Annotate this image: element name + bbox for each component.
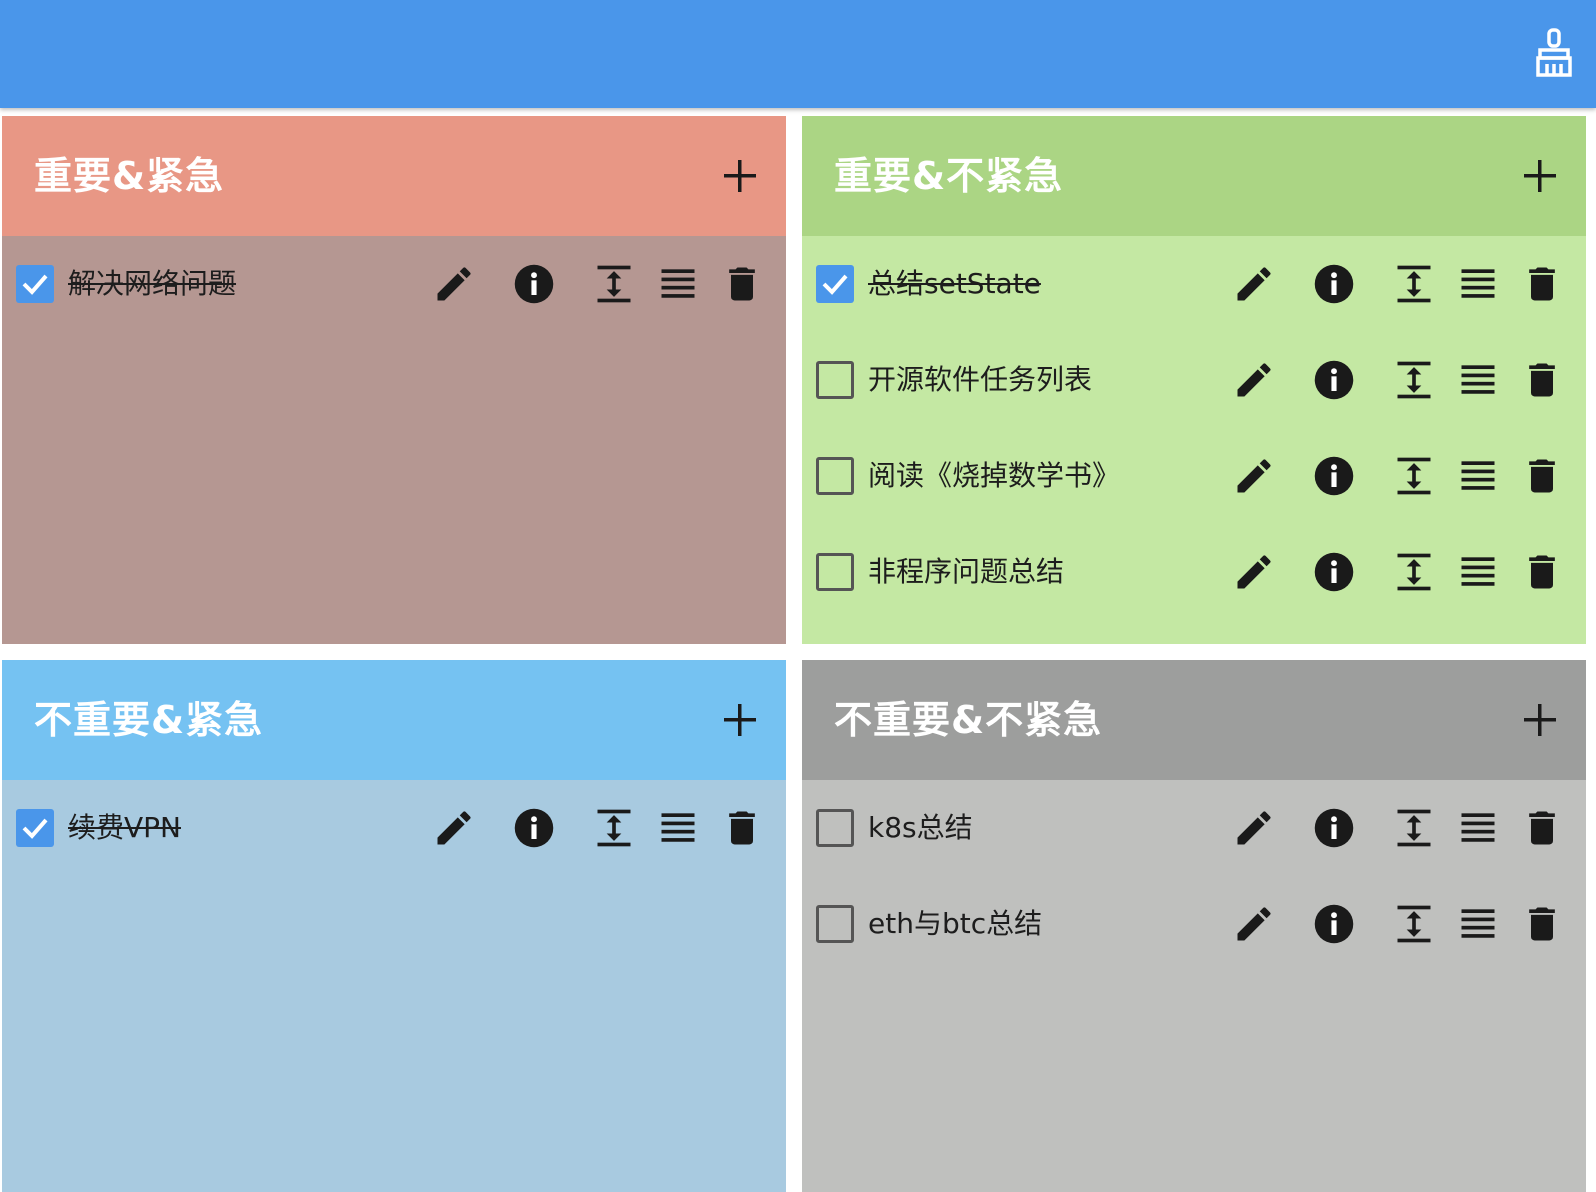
info-icon[interactable] <box>1312 358 1356 402</box>
details-icon[interactable] <box>1456 806 1500 850</box>
task-row: 续费VPN <box>2 780 786 876</box>
details-icon[interactable] <box>1456 262 1500 306</box>
add-icon[interactable] <box>1518 154 1562 198</box>
task-row: 总结setState <box>802 236 1586 332</box>
task-actions <box>1232 262 1564 306</box>
quadrant-title: 重要&紧急 <box>34 154 225 198</box>
details-icon[interactable] <box>1456 454 1500 498</box>
edit-icon[interactable] <box>1232 454 1276 498</box>
task-title: 续费VPN <box>68 811 181 844</box>
task-row: 解决网络问题 <box>2 236 786 332</box>
delete-icon[interactable] <box>720 806 764 850</box>
task-title: eth与btc总结 <box>868 907 1043 940</box>
task-row: 阅读《烧掉数学书》 <box>802 428 1586 524</box>
edit-icon[interactable] <box>1232 550 1276 594</box>
task-checkbox[interactable] <box>816 553 854 591</box>
task-actions <box>1232 358 1564 402</box>
expand-icon[interactable] <box>1392 358 1436 402</box>
info-icon[interactable] <box>1312 550 1356 594</box>
expand-icon[interactable] <box>1392 262 1436 306</box>
task-title: 开源软件任务列表 <box>868 363 1093 396</box>
add-icon[interactable] <box>718 698 762 742</box>
expand-icon[interactable] <box>1392 806 1436 850</box>
task-actions <box>1232 550 1564 594</box>
add-icon[interactable] <box>718 154 762 198</box>
edit-icon[interactable] <box>1232 358 1276 402</box>
info-icon[interactable] <box>512 262 556 306</box>
delete-icon[interactable] <box>1520 358 1564 402</box>
task-checkbox[interactable] <box>816 265 854 303</box>
task-actions <box>1232 806 1564 850</box>
task-title: 解决网络问题 <box>68 267 237 300</box>
info-icon[interactable] <box>1312 262 1356 306</box>
task-actions <box>1232 902 1564 946</box>
task-checkbox[interactable] <box>816 457 854 495</box>
task-title: 非程序问题总结 <box>868 555 1065 588</box>
details-icon[interactable] <box>656 806 700 850</box>
edit-icon[interactable] <box>1232 262 1276 306</box>
task-list: 续费VPN <box>2 780 786 876</box>
quadrant-3: 不重要&不紧急 k8s总结 eth与btc总结 <box>802 660 1586 1192</box>
quadrant-title: 不重要&紧急 <box>34 698 264 742</box>
task-row: eth与btc总结 <box>802 876 1586 972</box>
task-list: k8s总结 eth与btc总结 <box>802 780 1586 972</box>
task-checkbox[interactable] <box>816 361 854 399</box>
delete-icon[interactable] <box>1520 806 1564 850</box>
quadrant-1: 重要&不紧急总结setState 开源软件任务列表 阅读《烧掉数学书》 非程序问题总结 <box>802 116 1586 644</box>
details-icon[interactable] <box>1456 358 1500 402</box>
delete-icon[interactable] <box>1520 454 1564 498</box>
delete-icon[interactable] <box>1520 902 1564 946</box>
quadrant-title: 重要&不紧急 <box>834 154 1064 198</box>
task-row: 开源软件任务列表 <box>802 332 1586 428</box>
add-icon[interactable] <box>1518 698 1562 742</box>
expand-icon[interactable] <box>1392 550 1436 594</box>
task-title: k8s总结 <box>868 811 973 844</box>
task-list: 总结setState 开源软件任务列表 阅读《烧掉数学书》 非程序问题总结 <box>802 236 1586 620</box>
delete-icon[interactable] <box>1520 262 1564 306</box>
edit-icon[interactable] <box>432 806 476 850</box>
task-row: k8s总结 <box>802 780 1586 876</box>
details-icon[interactable] <box>1456 902 1500 946</box>
details-icon[interactable] <box>656 262 700 306</box>
expand-icon[interactable] <box>592 262 636 306</box>
quadrant-2: 不重要&紧急续费VPN <box>2 660 786 1192</box>
delete-icon[interactable] <box>1520 550 1564 594</box>
broom-icon[interactable] <box>1534 28 1574 78</box>
task-title: 阅读《烧掉数学书》 <box>868 459 1121 492</box>
task-actions <box>432 806 764 850</box>
edit-icon[interactable] <box>1232 902 1276 946</box>
task-title: 总结setState <box>868 267 1041 300</box>
info-icon[interactable] <box>512 806 556 850</box>
delete-icon[interactable] <box>720 262 764 306</box>
task-checkbox[interactable] <box>816 905 854 943</box>
task-actions <box>1232 454 1564 498</box>
edit-icon[interactable] <box>432 262 476 306</box>
quadrant-title: 不重要&不紧急 <box>834 698 1103 742</box>
task-actions <box>432 262 764 306</box>
app-bar <box>0 0 1596 108</box>
quadrant-header: 不重要&不紧急 <box>802 660 1586 780</box>
quadrant-header: 不重要&紧急 <box>2 660 786 780</box>
quadrant-header: 重要&紧急 <box>2 116 786 236</box>
info-icon[interactable] <box>1312 454 1356 498</box>
quadrant-0: 重要&紧急解决网络问题 <box>2 116 786 644</box>
edit-icon[interactable] <box>1232 806 1276 850</box>
expand-icon[interactable] <box>592 806 636 850</box>
task-checkbox[interactable] <box>816 809 854 847</box>
expand-icon[interactable] <box>1392 454 1436 498</box>
expand-icon[interactable] <box>1392 902 1436 946</box>
task-checkbox[interactable] <box>16 809 54 847</box>
task-list: 解决网络问题 <box>2 236 786 332</box>
task-checkbox[interactable] <box>16 265 54 303</box>
info-icon[interactable] <box>1312 806 1356 850</box>
task-row: 非程序问题总结 <box>802 524 1586 620</box>
info-icon[interactable] <box>1312 902 1356 946</box>
quadrant-header: 重要&不紧急 <box>802 116 1586 236</box>
details-icon[interactable] <box>1456 550 1500 594</box>
